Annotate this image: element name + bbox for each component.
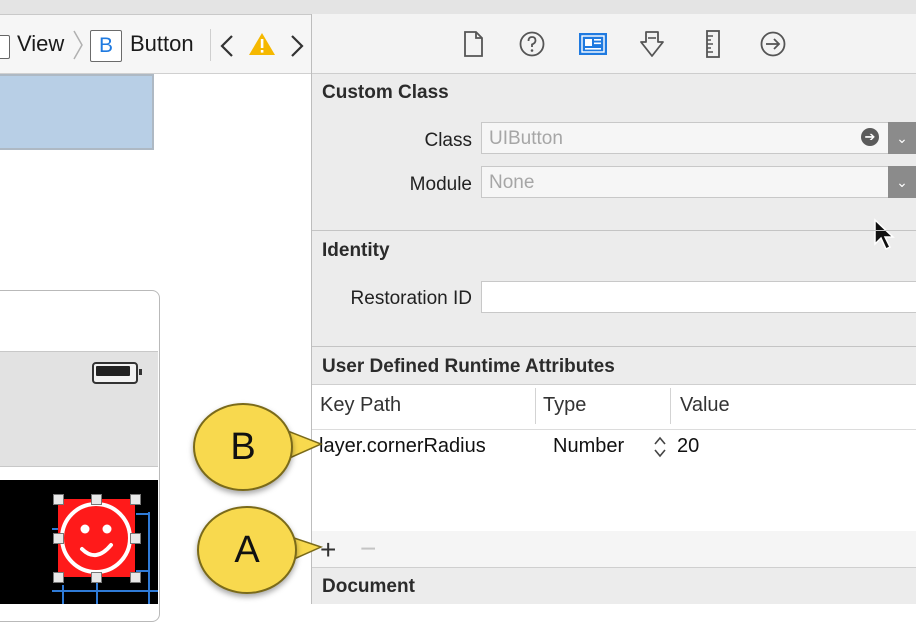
identity-title: Identity xyxy=(322,240,390,261)
rounded-button[interactable] xyxy=(58,499,135,577)
restoration-id-label: Restoration ID xyxy=(350,288,472,309)
row-value[interactable]: 20 xyxy=(677,435,699,458)
add-remove-bar: + − xyxy=(312,531,916,568)
smiley-icon xyxy=(60,502,132,574)
column-header-value[interactable]: Value xyxy=(680,394,730,417)
resize-handle[interactable] xyxy=(130,572,141,583)
module-label: Module xyxy=(409,174,472,195)
warning-icon[interactable] xyxy=(248,31,276,57)
callout-a: A xyxy=(197,506,297,594)
remove-attribute-button[interactable]: − xyxy=(360,535,376,563)
restoration-id-field[interactable] xyxy=(481,281,916,313)
quick-help-icon[interactable] xyxy=(517,29,547,59)
document-title: Document xyxy=(322,576,415,597)
resize-handle[interactable] xyxy=(53,494,64,505)
resize-handle[interactable] xyxy=(53,572,64,583)
section-divider xyxy=(312,346,916,347)
view-icon xyxy=(0,35,10,59)
resize-handle[interactable] xyxy=(53,533,64,544)
module-dropdown-button[interactable]: ⌄ xyxy=(888,166,916,198)
breadcrumb-view[interactable]: View xyxy=(17,31,64,57)
column-header-type[interactable]: Type xyxy=(543,394,586,417)
type-stepper-icon[interactable] xyxy=(653,435,667,459)
jump-bar: View B Button xyxy=(0,15,311,74)
layout-guide xyxy=(52,590,158,592)
resize-handle[interactable] xyxy=(130,533,141,544)
battery-icon xyxy=(92,362,142,384)
next-issue-icon[interactable] xyxy=(288,33,306,59)
class-placeholder: UIButton xyxy=(489,128,563,149)
module-placeholder: None xyxy=(489,172,535,193)
window-toolbar-strip xyxy=(0,0,916,15)
attributes-inspector-icon[interactable] xyxy=(637,29,667,59)
layout-guide xyxy=(148,512,150,604)
jump-bar-divider xyxy=(210,29,211,61)
button-badge-icon: B xyxy=(90,30,122,62)
section-divider xyxy=(312,230,916,231)
class-dropdown-button[interactable]: ⌄ xyxy=(888,122,916,154)
connections-inspector-icon[interactable] xyxy=(758,29,788,59)
size-inspector-icon[interactable] xyxy=(698,29,728,59)
column-separator xyxy=(535,388,536,424)
runtime-attributes-title: User Defined Runtime Attributes xyxy=(322,356,615,377)
class-field[interactable]: UIButton xyxy=(481,122,891,154)
mouse-cursor-icon xyxy=(874,218,895,251)
identity-inspector-icon[interactable] xyxy=(577,29,607,59)
row-type[interactable]: Number xyxy=(553,435,624,458)
layout-guide xyxy=(62,585,64,604)
breadcrumb-button[interactable]: Button xyxy=(130,31,194,57)
callout-b: B xyxy=(193,403,293,491)
class-label: Class xyxy=(424,130,472,151)
resize-handle[interactable] xyxy=(91,572,102,583)
resize-handle[interactable] xyxy=(91,494,102,505)
breadcrumb-separator-icon xyxy=(73,30,83,60)
file-inspector-icon[interactable] xyxy=(458,29,488,59)
row-key-path[interactable]: layer.cornerRadius xyxy=(319,435,486,458)
go-to-class-icon[interactable]: ➔ xyxy=(861,128,879,146)
selected-view-frame[interactable] xyxy=(0,74,154,150)
column-separator xyxy=(670,388,671,424)
inspector-tab-bar xyxy=(312,14,916,74)
layout-guide xyxy=(136,513,150,515)
column-header-key-path[interactable]: Key Path xyxy=(320,394,401,417)
resize-handle[interactable] xyxy=(130,494,141,505)
previous-issue-icon[interactable] xyxy=(218,33,236,59)
module-field[interactable]: None xyxy=(481,166,891,198)
custom-class-title: Custom Class xyxy=(322,82,449,103)
